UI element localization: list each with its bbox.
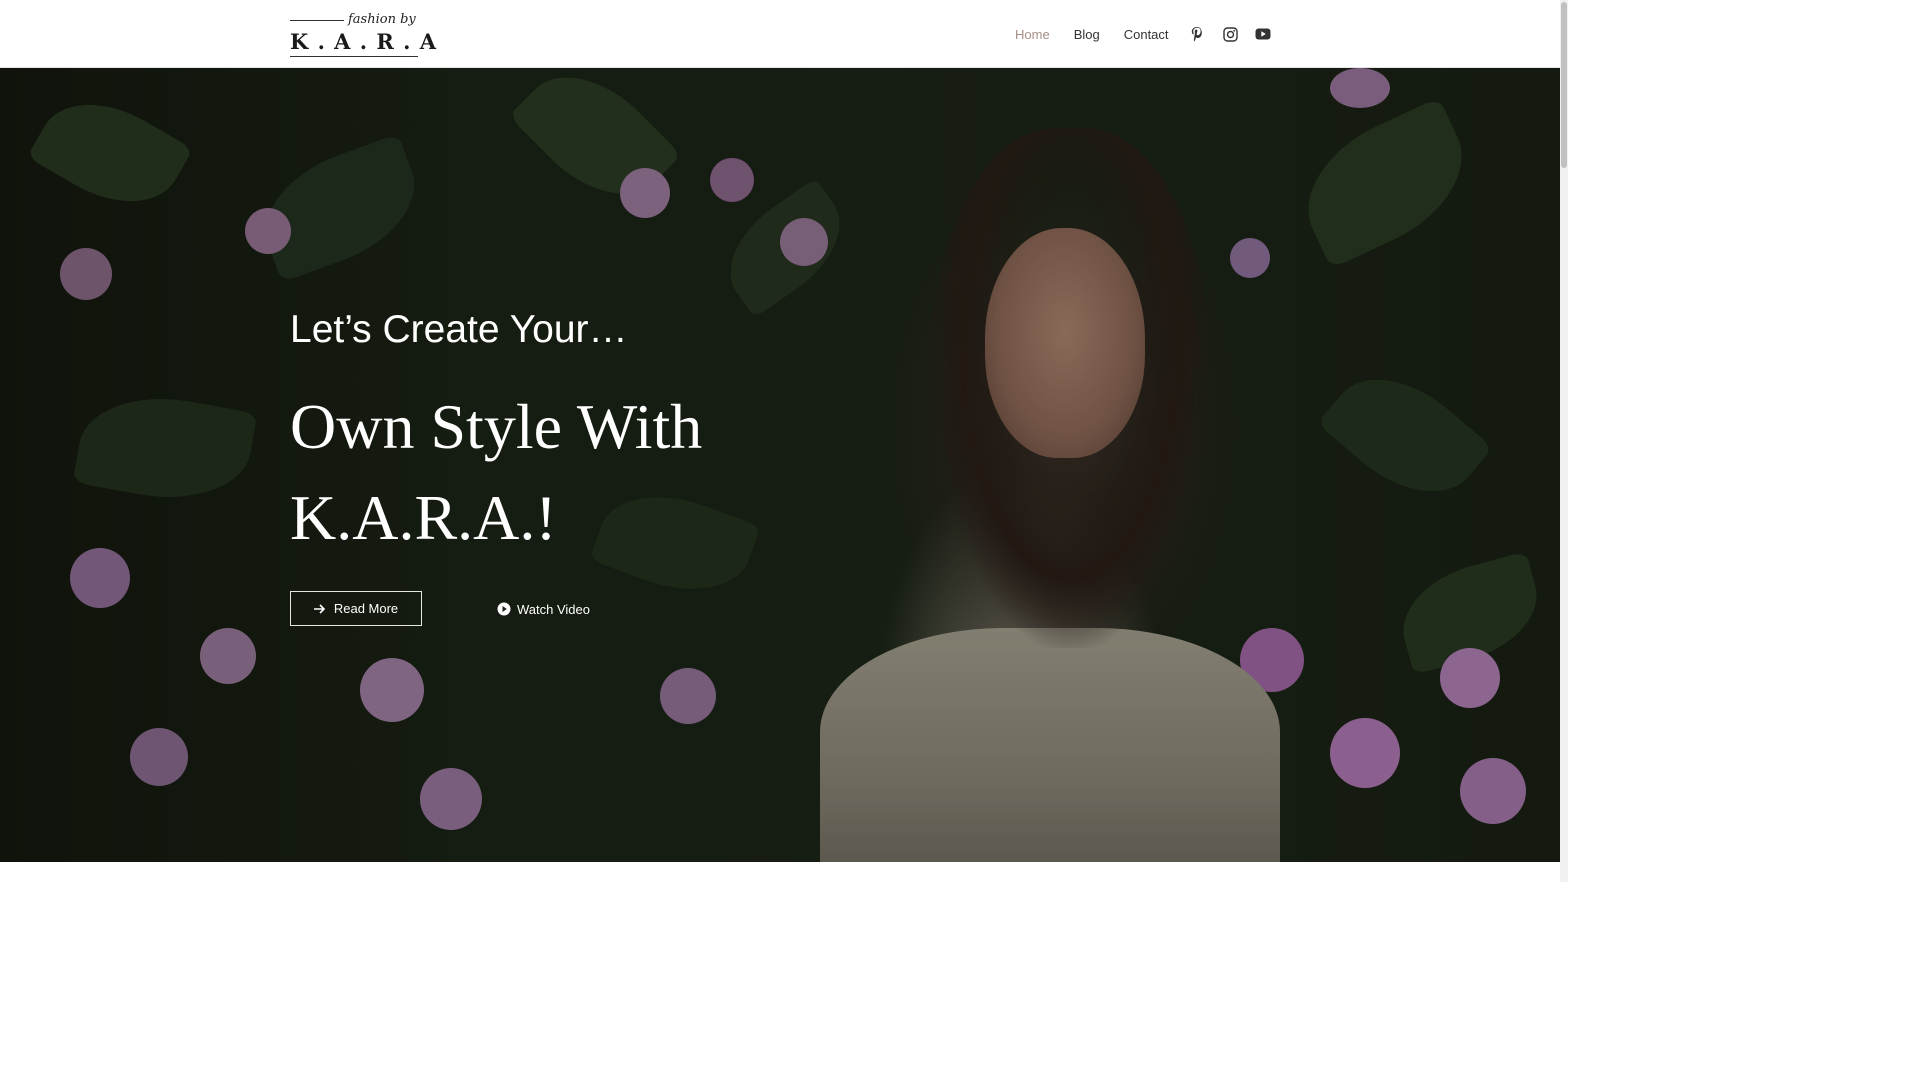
page-bottom	[0, 862, 1560, 882]
arrow-right-icon	[313, 603, 325, 614]
hero-title: Own Style With K.A.R.A.!	[290, 381, 990, 563]
logo-letters: K . A . R . A	[290, 29, 438, 54]
pinterest-icon[interactable]	[1187, 24, 1207, 44]
hero-subtitle: Let’s Create Your…	[290, 308, 628, 351]
watch-video-button[interactable]: Watch Video	[497, 598, 590, 620]
nav-home[interactable]: Home	[1015, 27, 1050, 42]
hero-title-line-2: K.A.R.A.!	[290, 482, 557, 553]
nav-blog[interactable]: Blog	[1074, 27, 1100, 42]
watch-video-label: Watch Video	[517, 601, 590, 617]
read-more-label: Read More	[333, 601, 399, 616]
logo-underline	[290, 56, 418, 57]
youtube-icon[interactable]	[1253, 24, 1273, 44]
logo[interactable]: fashion by K . A . R . A	[290, 12, 436, 58]
logo-line	[290, 20, 344, 21]
site-header: fashion by K . A . R . A Home Blog Conta…	[0, 0, 1560, 68]
scrollbar-thumb[interactable]	[1561, 2, 1567, 168]
logo-script: fashion by	[348, 12, 416, 27]
hero-section: Let’s Create Your… Own Style With K.A.R.…	[0, 68, 1560, 862]
main-nav: Home Blog Contact	[1015, 0, 1193, 68]
instagram-icon[interactable]	[1220, 24, 1240, 44]
hero-title-line-1: Own Style With	[290, 391, 703, 462]
read-more-button[interactable]: Read More	[290, 591, 422, 626]
nav-contact[interactable]: Contact	[1124, 27, 1169, 42]
play-icon	[497, 602, 511, 616]
